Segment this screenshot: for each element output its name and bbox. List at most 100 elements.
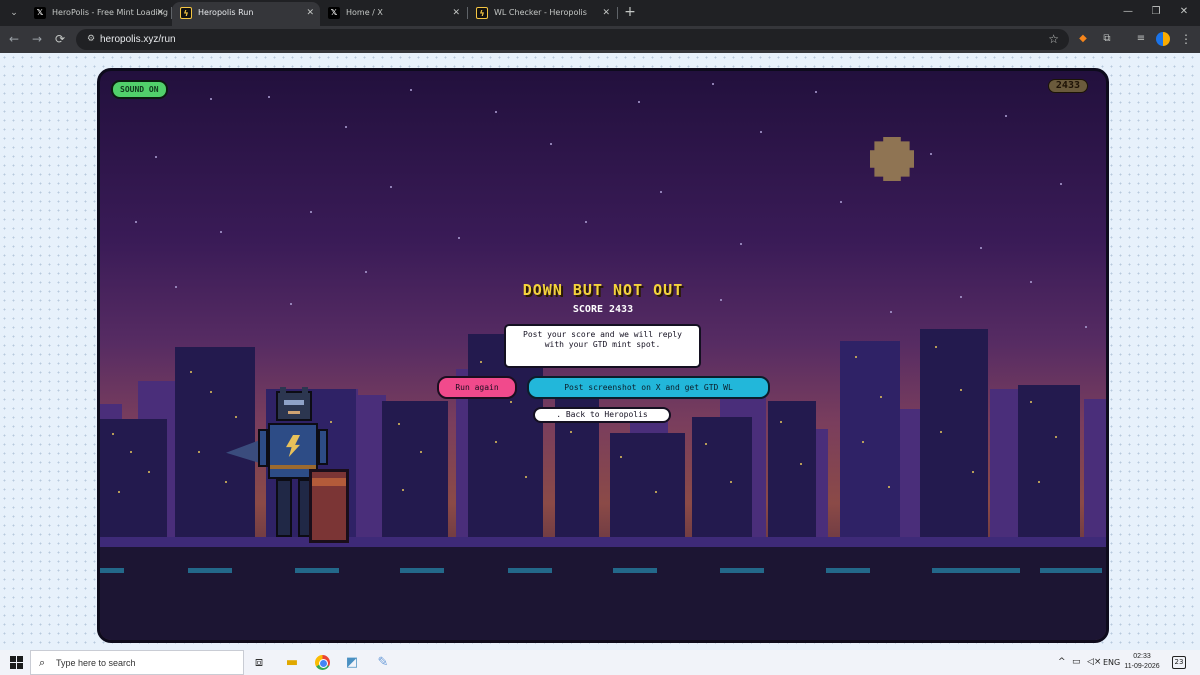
lane-marking (1040, 568, 1102, 573)
building-window (800, 463, 802, 465)
sky-star (220, 231, 222, 233)
sky-star (638, 101, 640, 103)
paint-icon[interactable]: ✎ (373, 653, 393, 673)
hero-mask-ear (302, 387, 308, 395)
sky-star (720, 299, 722, 301)
tab-title: HeroPolis - Free Mint Loading | (52, 8, 170, 17)
run-again-button[interactable]: Run again (437, 376, 517, 399)
browser-toolbar: ← → ⟳ ⚙ heropolis.xyz/run ☆ ◆ ⧉ ≡ ⋮ (0, 26, 1200, 53)
building-window (705, 443, 707, 445)
building-window (495, 441, 497, 443)
city-building (100, 419, 167, 539)
reading-list-icon[interactable]: ≡ (1134, 32, 1148, 46)
close-window-button[interactable]: ✕ (1170, 3, 1198, 21)
building-window (960, 389, 962, 391)
lane-marking (188, 568, 232, 573)
tab-search-icon[interactable]: ⌄ (6, 5, 22, 21)
building-window (525, 476, 527, 478)
site-info-icon[interactable]: ⚙ (84, 32, 98, 46)
restore-button[interactable]: ❐ (1142, 3, 1170, 21)
system-clock[interactable]: 02:33 11-09-2026 (1124, 652, 1160, 672)
building-window (1038, 481, 1040, 483)
new-tab-button[interactable]: + (622, 3, 638, 21)
show-hidden-icons-chevron-icon[interactable]: ^ (1058, 656, 1066, 669)
city-building (1018, 385, 1080, 539)
extensions-puzzle-icon[interactable]: ⧉ (1100, 32, 1114, 46)
building-window (402, 489, 404, 491)
building-window (130, 451, 132, 453)
page-viewport: SOUND ON 2433 DOWN BUT NOT OUT SCORE 243… (0, 53, 1200, 650)
building-window (198, 451, 200, 453)
building-window (972, 471, 974, 473)
taskbar-search-box[interactable]: ⌕ Type here to search (30, 650, 244, 675)
minimize-button[interactable]: — (1114, 3, 1142, 21)
sky-star (980, 247, 982, 249)
city-building (840, 341, 900, 539)
language-indicator[interactable]: ENG (1103, 656, 1120, 669)
profile-avatar[interactable] (1156, 32, 1170, 46)
lane-marking (295, 568, 339, 573)
notification-center-icon[interactable]: 23 (1172, 656, 1186, 669)
back-to-heropolis-link[interactable]: . Back to Heropolis (533, 407, 671, 423)
tab-wl-checker[interactable]: ϟ WL Checker - Heropolis ✕ (468, 2, 616, 26)
x-icon: 𝕏 (34, 7, 46, 19)
back-button[interactable]: ← (6, 31, 22, 47)
address-bar[interactable]: ⚙ heropolis.xyz/run ☆ (76, 29, 1069, 50)
sky-star (365, 271, 367, 273)
share-message: Post your score and we will reply with y… (504, 324, 701, 368)
pixel-moon (870, 137, 914, 181)
close-icon[interactable]: ✕ (156, 2, 164, 24)
lane-marking (613, 568, 657, 573)
sky-star (135, 221, 137, 223)
sky-star (155, 156, 157, 158)
file-explorer-icon[interactable]: ▬ (282, 653, 302, 673)
tab-heropolis-free-mint[interactable]: 𝕏 HeroPolis - Free Mint Loading | ✕ (26, 2, 170, 26)
close-icon[interactable]: ✕ (306, 2, 314, 24)
sound-toggle-button[interactable]: SOUND ON (111, 80, 168, 99)
sky-star (1085, 326, 1087, 328)
game-canvas: SOUND ON 2433 DOWN BUT NOT OUT SCORE 243… (97, 68, 1109, 643)
browser-menu-icon[interactable]: ⋮ (1180, 31, 1192, 47)
building-window (510, 401, 512, 403)
windows-start-icon[interactable] (10, 656, 23, 669)
building-window (780, 421, 782, 423)
sky-star (1060, 183, 1062, 185)
building-window (940, 431, 942, 433)
app-icon[interactable]: ◩ (342, 653, 362, 673)
post-screenshot-button[interactable]: Post screenshot on X and get GTD WL (527, 376, 770, 399)
search-icon: ⌕ (39, 656, 46, 669)
sky-star (210, 98, 212, 100)
sky-star (410, 89, 412, 91)
sky-star (495, 111, 497, 113)
heropolis-icon: ϟ (180, 7, 192, 19)
heropolis-icon: ϟ (476, 7, 488, 19)
sky-star (390, 186, 392, 188)
search-placeholder: Type here to search (56, 658, 136, 668)
chrome-icon[interactable] (315, 655, 330, 670)
close-icon[interactable]: ✕ (452, 2, 460, 24)
volume-icon[interactable]: ◁× (1087, 656, 1101, 669)
tab-heropolis-run[interactable]: ϟ Heropolis Run ✕ (172, 2, 320, 26)
building-window (480, 361, 482, 363)
lightning-bolt-icon (286, 435, 300, 457)
reload-button[interactable]: ⟳ (52, 31, 68, 47)
tab-title: Heropolis Run (198, 8, 254, 17)
hero-mouth (288, 411, 300, 414)
game-over-title: DOWN BUT NOT OUT (522, 281, 684, 299)
sky-star (840, 201, 842, 203)
building-window (210, 391, 212, 393)
sky-star (268, 96, 270, 98)
forward-button[interactable]: → (29, 31, 45, 47)
building-window (420, 451, 422, 453)
task-view-icon[interactable]: ⧈ (249, 653, 269, 673)
road (100, 547, 1106, 640)
network-icon[interactable]: ▭ (1072, 656, 1081, 669)
close-icon[interactable]: ✕ (602, 2, 610, 24)
metamask-extension-icon[interactable]: ◆ (1076, 32, 1090, 46)
tab-home-x[interactable]: 𝕏 Home / X ✕ (320, 2, 466, 26)
bookmark-star-icon[interactable]: ☆ (1048, 29, 1059, 50)
url-text[interactable]: heropolis.xyz/run (100, 29, 176, 50)
hero-mask-ear (280, 387, 286, 395)
sky-star (760, 131, 762, 133)
building-window (118, 491, 120, 493)
